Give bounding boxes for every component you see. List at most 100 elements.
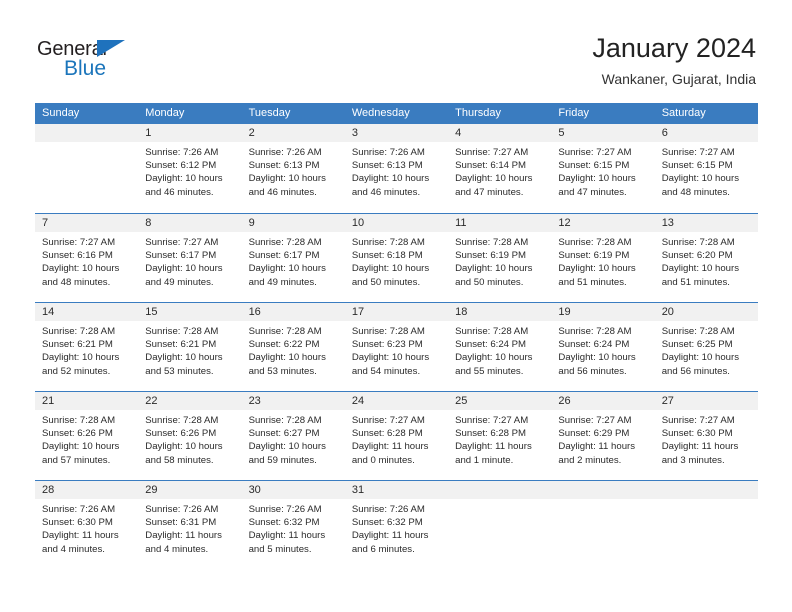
day-sun-info: Sunrise: 7:26 AM Sunset: 6:31 PM Daylight:… bbox=[138, 499, 241, 556]
sunset-text: Sunset: 6:19 PM bbox=[455, 250, 527, 262]
day-number: 14 bbox=[35, 303, 139, 321]
sunrise-text: Sunrise: 7:27 AM bbox=[351, 415, 425, 426]
calendar-day-cell[interactable]: 2 Sunrise: 7:26 AM Sunset: 6:13 PM Daylight… bbox=[241, 124, 345, 213]
calendar-week-row: 1 Sunrise: 7:26 AM Sunset: 6:12 PM Daylight… bbox=[35, 124, 758, 213]
day-number: 5 bbox=[551, 124, 655, 142]
day-sun-info: Sunrise: 7:28 AM Sunset: 6:19 PM Daylight:… bbox=[448, 232, 551, 289]
calendar-day-cell[interactable]: 5 Sunrise: 7:27 AM Sunset: 6:15 PM Daylight… bbox=[551, 124, 655, 213]
daylight-text-line1: Daylight: 10 hours bbox=[661, 352, 740, 364]
sunrise-text: Sunrise: 7:26 AM bbox=[248, 147, 322, 158]
calendar-day-cell[interactable]: 30 Sunrise: 7:26 AM Sunset: 6:32 PM Dayligh… bbox=[241, 481, 345, 569]
daylight-text-line1: Daylight: 11 hours bbox=[248, 530, 326, 542]
calendar-day-cell-empty bbox=[35, 124, 139, 213]
day-sun-info: Sunrise: 7:26 AM Sunset: 6:32 PM Daylight:… bbox=[242, 499, 345, 556]
sunrise-text: Sunrise: 7:27 AM bbox=[455, 415, 529, 426]
day-sun-info: Sunrise: 7:28 AM Sunset: 6:23 PM Daylight:… bbox=[345, 321, 448, 378]
calendar-grid: Sunday Monday Tuesday Wednesday Thursday Frid… bbox=[35, 103, 758, 569]
calendar-day-cell[interactable]: 23 Sunrise: 7:28 AM Sunset: 6:27 PM Dayligh… bbox=[241, 392, 345, 480]
calendar-day-cell[interactable]: 28 Sunrise: 7:26 AM Sunset: 6:30 PM Dayligh… bbox=[35, 481, 139, 569]
calendar-day-cell[interactable]: 11 Sunrise: 7:28 AM Sunset: 6:19 PM Dayligh… bbox=[448, 214, 552, 302]
calendar-day-cell[interactable]: 24 Sunrise: 7:27 AM Sunset: 6:28 PM Dayligh… bbox=[344, 392, 449, 480]
daylight-text-line2: and 46 minutes. bbox=[351, 186, 421, 198]
sunrise-text: Sunrise: 7:28 AM bbox=[145, 415, 219, 426]
daylight-text-line2: and 47 minutes. bbox=[558, 186, 627, 198]
sunrise-text: Sunrise: 7:28 AM bbox=[661, 326, 735, 337]
calendar-day-cell[interactable]: 26 Sunrise: 7:27 AM Sunset: 6:29 PM Dayligh… bbox=[551, 392, 655, 480]
sunset-text: Sunset: 6:17 PM bbox=[145, 250, 217, 262]
calendar-day-cell[interactable]: 12 Sunrise: 7:28 AM Sunset: 6:19 PM Dayligh… bbox=[551, 214, 655, 302]
calendar-day-cell[interactable]: 3 Sunrise: 7:26 AM Sunset: 6:13 PM Daylight… bbox=[344, 124, 449, 213]
logo-text-blue: Blue bbox=[64, 57, 107, 80]
calendar-day-cell[interactable]: 16 Sunrise: 7:28 AM Sunset: 6:22 PM Dayligh… bbox=[241, 303, 345, 391]
day-number bbox=[35, 124, 139, 142]
title-block: January 2024 Wankaner, Gujarat, India bbox=[592, 32, 756, 88]
daylight-text-line1: Daylight: 10 hours bbox=[145, 352, 223, 364]
calendar-day-cell[interactable]: 7 Sunrise: 7:27 AM Sunset: 6:16 PM Daylight… bbox=[35, 214, 139, 302]
calendar-day-cell[interactable]: 8 Sunrise: 7:27 AM Sunset: 6:17 PM Daylight… bbox=[138, 214, 242, 302]
sunrise-text: Sunrise: 7:28 AM bbox=[248, 326, 322, 337]
calendar-day-cell-empty bbox=[551, 481, 655, 569]
daylight-text-line2: and 4 minutes. bbox=[42, 543, 105, 555]
day-number: 12 bbox=[551, 214, 655, 232]
day-number bbox=[448, 481, 552, 499]
day-number: 1 bbox=[138, 124, 242, 142]
calendar-day-cell[interactable]: 15 Sunrise: 7:28 AM Sunset: 6:21 PM Dayligh… bbox=[138, 303, 242, 391]
day-sun-info: Sunrise: 7:27 AM Sunset: 6:16 PM Daylight:… bbox=[35, 232, 138, 289]
sunrise-text: Sunrise: 7:26 AM bbox=[145, 504, 219, 515]
calendar-day-cell[interactable]: 21 Sunrise: 7:28 AM Sunset: 6:26 PM Dayligh… bbox=[35, 392, 139, 480]
calendar-day-cell[interactable]: 22 Sunrise: 7:28 AM Sunset: 6:26 PM Dayligh… bbox=[138, 392, 242, 480]
daylight-text-line1: Daylight: 10 hours bbox=[248, 352, 326, 364]
calendar-day-cell[interactable]: 6 Sunrise: 7:27 AM Sunset: 6:15 PM Daylight… bbox=[654, 124, 758, 213]
calendar-day-cell[interactable]: 25 Sunrise: 7:27 AM Sunset: 6:28 PM Dayligh… bbox=[448, 392, 552, 480]
day-sun-info: Sunrise: 7:28 AM Sunset: 6:24 PM Daylight:… bbox=[551, 321, 654, 378]
calendar-day-cell[interactable]: 17 Sunrise: 7:28 AM Sunset: 6:23 PM Dayligh… bbox=[344, 303, 449, 391]
sunset-text: Sunset: 6:18 PM bbox=[351, 250, 423, 262]
calendar-day-cell[interactable]: 27 Sunrise: 7:27 AM Sunset: 6:30 PM Dayligh… bbox=[654, 392, 758, 480]
sunset-text: Sunset: 6:23 PM bbox=[351, 339, 423, 351]
daylight-text-line1: Daylight: 10 hours bbox=[661, 173, 740, 185]
sunset-text: Sunset: 6:16 PM bbox=[42, 250, 113, 262]
sunrise-text: Sunrise: 7:28 AM bbox=[42, 415, 116, 426]
sunset-text: Sunset: 6:27 PM bbox=[248, 428, 320, 440]
daylight-text-line2: and 50 minutes. bbox=[455, 276, 524, 288]
sunset-text: Sunset: 6:19 PM bbox=[558, 250, 630, 262]
calendar-day-cell[interactable]: 4 Sunrise: 7:27 AM Sunset: 6:14 PM Daylight… bbox=[448, 124, 552, 213]
general-blue-logo[interactable]: General Blue bbox=[37, 38, 147, 82]
calendar-day-cell[interactable]: 9 Sunrise: 7:28 AM Sunset: 6:17 PM Daylight… bbox=[241, 214, 345, 302]
weekday-header-tuesday: Tuesday bbox=[248, 107, 291, 119]
sunset-text: Sunset: 6:32 PM bbox=[248, 517, 320, 529]
day-number: 17 bbox=[344, 303, 449, 321]
calendar-day-cell[interactable]: 10 Sunrise: 7:28 AM Sunset: 6:18 PM Dayligh… bbox=[344, 214, 449, 302]
calendar-day-cell[interactable]: 19 Sunrise: 7:28 AM Sunset: 6:24 PM Dayligh… bbox=[551, 303, 655, 391]
calendar-day-cell[interactable]: 29 Sunrise: 7:26 AM Sunset: 6:31 PM Dayligh… bbox=[138, 481, 242, 569]
calendar-day-cell[interactable]: 31 Sunrise: 7:26 AM Sunset: 6:32 PM Dayligh… bbox=[344, 481, 449, 569]
sunset-text: Sunset: 6:31 PM bbox=[145, 517, 217, 529]
daylight-text-line2: and 0 minutes. bbox=[351, 454, 415, 466]
sunrise-text: Sunrise: 7:26 AM bbox=[351, 504, 425, 515]
daylight-text-line1: Daylight: 10 hours bbox=[145, 263, 223, 275]
daylight-text-line1: Daylight: 10 hours bbox=[455, 352, 533, 364]
calendar-day-cell-empty bbox=[448, 481, 552, 569]
day-number: 13 bbox=[654, 214, 758, 232]
day-number: 2 bbox=[241, 124, 345, 142]
sunset-text: Sunset: 6:12 PM bbox=[145, 160, 217, 172]
day-number: 22 bbox=[138, 392, 242, 410]
day-number: 24 bbox=[344, 392, 449, 410]
weekday-header-row: Sunday Monday Tuesday Wednesday Thursday Frid… bbox=[35, 103, 758, 124]
day-sun-info: Sunrise: 7:27 AM Sunset: 6:28 PM Daylight:… bbox=[448, 410, 551, 467]
day-number bbox=[654, 481, 758, 499]
calendar-day-cell[interactable]: 18 Sunrise: 7:28 AM Sunset: 6:24 PM Dayligh… bbox=[448, 303, 552, 391]
daylight-text-line1: Daylight: 11 hours bbox=[351, 441, 429, 453]
day-number: 19 bbox=[551, 303, 655, 321]
day-sun-info: Sunrise: 7:28 AM Sunset: 6:27 PM Daylight:… bbox=[242, 410, 345, 467]
calendar-day-cell[interactable]: 14 Sunrise: 7:28 AM Sunset: 6:21 PM Dayligh… bbox=[35, 303, 139, 391]
calendar-day-cell[interactable]: 1 Sunrise: 7:26 AM Sunset: 6:12 PM Daylight… bbox=[138, 124, 242, 213]
calendar-week-row: 21 Sunrise: 7:28 AM Sunset: 6:26 PM Dayligh… bbox=[35, 391, 758, 480]
sunset-text: Sunset: 6:22 PM bbox=[248, 339, 320, 351]
sunrise-text: Sunrise: 7:28 AM bbox=[455, 237, 529, 248]
calendar-day-cell[interactable]: 20 Sunrise: 7:28 AM Sunset: 6:25 PM Dayligh… bbox=[654, 303, 758, 391]
sunrise-text: Sunrise: 7:27 AM bbox=[42, 237, 116, 248]
weekday-header-friday: Friday bbox=[558, 107, 589, 119]
calendar-day-cell[interactable]: 13 Sunrise: 7:28 AM Sunset: 6:20 PM Dayligh… bbox=[654, 214, 758, 302]
page-header: General Blue January 2024 Wankaner, Guja… bbox=[0, 0, 792, 96]
